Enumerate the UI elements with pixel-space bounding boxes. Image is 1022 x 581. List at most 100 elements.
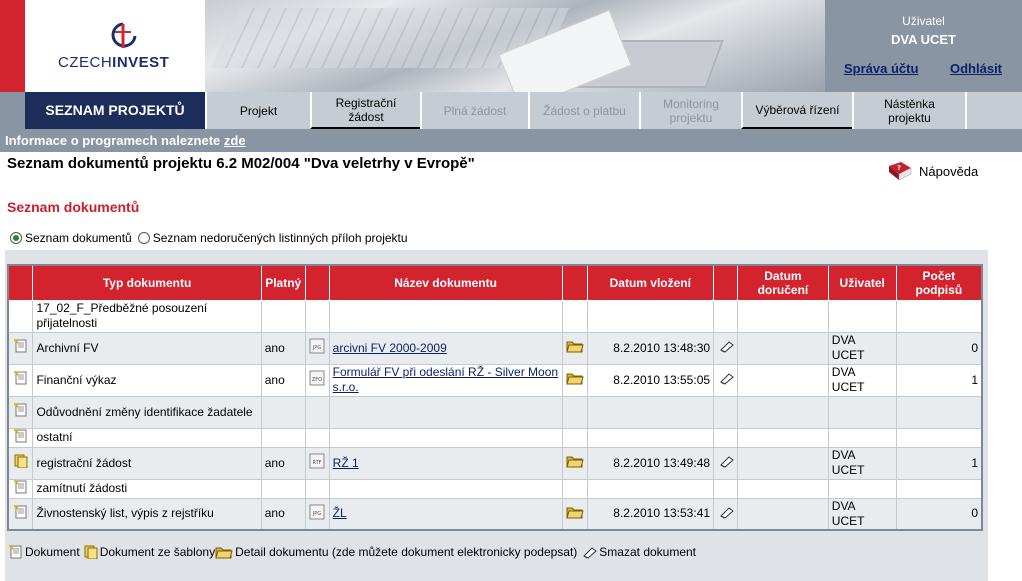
tab-vyberova-rizeni[interactable]: Výběrová řízení bbox=[741, 92, 852, 129]
eraser-icon[interactable] bbox=[713, 446, 739, 480]
doc-name[interactable]: Formulář FV při odeslání RŽ - Silver Moo… bbox=[328, 363, 563, 397]
doc-date-inserted: 8.2.2010 13:53:41 bbox=[586, 497, 715, 531]
doc-date-inserted bbox=[586, 478, 715, 499]
doc-date-delivered bbox=[737, 395, 829, 429]
doc-valid bbox=[260, 395, 306, 429]
col-delivered[interactable]: Datum doručení bbox=[737, 264, 829, 301]
doc-user: DVA UCET bbox=[827, 331, 897, 365]
document-icon[interactable] bbox=[7, 478, 34, 499]
radio-unchecked-icon bbox=[137, 232, 150, 244]
eraser-icon[interactable] bbox=[713, 363, 739, 397]
doc-name-link[interactable]: ŽL bbox=[333, 506, 347, 520]
template-icon bbox=[84, 545, 98, 560]
empty bbox=[304, 299, 330, 333]
radio-documents[interactable]: Seznam dokumentů bbox=[10, 231, 132, 245]
header: CZECHINVEST Uživatel DVA UCET Správa účt… bbox=[0, 0, 1022, 92]
czechinvest-logo-icon bbox=[111, 22, 137, 48]
help-book-icon: ? bbox=[889, 162, 912, 181]
doc-type: registrační žádost bbox=[32, 446, 262, 480]
radio-undelivered[interactable]: Seznam nedoručených listinných příloh pr… bbox=[137, 231, 408, 245]
doc-signatures: 1 bbox=[895, 363, 983, 397]
empty bbox=[561, 427, 588, 448]
doc-name-link[interactable]: arcivni FV 2000-2009 bbox=[333, 341, 447, 355]
eraser-icon[interactable] bbox=[713, 331, 739, 365]
doc-user: DVA UCET bbox=[827, 497, 897, 531]
doc-user bbox=[827, 395, 897, 429]
doc-user bbox=[827, 299, 897, 333]
tab-monitoring[interactable]: Monitoring projektu bbox=[639, 92, 741, 129]
col-name[interactable]: Název dokumentu bbox=[328, 264, 563, 301]
template-icon[interactable] bbox=[7, 446, 34, 480]
col-valid[interactable]: Platný bbox=[260, 264, 306, 301]
doc-date-inserted bbox=[586, 427, 715, 448]
doc-date-inserted: 8.2.2010 13:55:05 bbox=[586, 363, 715, 397]
col-type[interactable]: Typ dokumentu bbox=[32, 264, 262, 301]
tab-nastenka[interactable]: Nástěnka projektu bbox=[852, 92, 965, 129]
document-icon[interactable] bbox=[7, 331, 34, 365]
doc-name-link[interactable]: Formulář FV při odeslání RŽ - Silver Moo… bbox=[333, 365, 558, 394]
table-row: zamítnutí žádosti bbox=[7, 478, 983, 499]
doc-date-inserted: 8.2.2010 13:49:48 bbox=[586, 446, 715, 480]
doc-name bbox=[328, 395, 563, 429]
doc-name[interactable]: arcivni FV 2000-2009 bbox=[328, 331, 563, 365]
eraser-icon[interactable] bbox=[713, 497, 739, 531]
doc-name bbox=[328, 299, 563, 333]
document-icon[interactable] bbox=[7, 395, 34, 429]
folder-icon[interactable] bbox=[561, 331, 588, 365]
col-user[interactable]: Uživatel bbox=[827, 264, 897, 301]
doc-date-delivered bbox=[737, 331, 829, 365]
document-icon[interactable] bbox=[7, 363, 34, 397]
doc-type: 17_02_F_Předběžné posouzení přijatelnost… bbox=[32, 299, 262, 333]
folder-icon[interactable] bbox=[561, 446, 588, 480]
col-signatures[interactable]: Počet podpisů bbox=[895, 264, 983, 301]
doc-date-inserted bbox=[586, 299, 715, 333]
doc-user bbox=[827, 478, 897, 499]
eraser-icon bbox=[581, 545, 598, 559]
doc-valid bbox=[260, 427, 306, 448]
logo-text: CZECHINVEST bbox=[58, 54, 170, 71]
table-row: Odůvodnění změny identifikace žadatele bbox=[7, 395, 983, 429]
logout-link[interactable]: Odhlásit bbox=[950, 61, 1002, 76]
doc-name bbox=[328, 478, 563, 499]
doc-name[interactable]: ŽL bbox=[328, 497, 563, 531]
doc-type: ostatní bbox=[32, 427, 262, 448]
table-row: Živnostenský list, výpis z rejstříku ano J… bbox=[7, 497, 983, 531]
tab-registracni-zadost[interactable]: Registrační žádost bbox=[310, 92, 420, 129]
doc-date-inserted bbox=[586, 395, 715, 429]
logo[interactable]: CZECHINVEST bbox=[25, 0, 205, 92]
folder-icon[interactable] bbox=[561, 363, 588, 397]
document-icon bbox=[8, 544, 23, 559]
doc-name[interactable]: RŽ 1 bbox=[328, 446, 563, 480]
doc-date-delivered bbox=[737, 446, 829, 480]
doc-signatures: 1 bbox=[895, 446, 983, 480]
tab-plna-zadost[interactable]: Plná žádost bbox=[420, 92, 528, 129]
svg-text:JPG: JPG bbox=[312, 345, 321, 351]
doc-valid bbox=[260, 478, 306, 499]
doc-date-delivered bbox=[737, 299, 829, 333]
header-photo bbox=[205, 0, 825, 92]
doc-name-link[interactable]: RŽ 1 bbox=[333, 456, 359, 470]
empty bbox=[713, 299, 739, 333]
col-inserted[interactable]: Datum vložení bbox=[586, 264, 715, 301]
account-settings-link[interactable]: Správa účtu bbox=[844, 61, 918, 76]
empty bbox=[561, 395, 588, 429]
tab-zadost-o-platbu[interactable]: Žádost o platbu bbox=[528, 92, 639, 129]
document-icon[interactable] bbox=[7, 427, 34, 448]
file-type-icon: RTF bbox=[304, 446, 330, 480]
folder-icon[interactable] bbox=[561, 497, 588, 531]
tab-projekt[interactable]: Projekt bbox=[205, 92, 310, 129]
doc-valid bbox=[260, 299, 306, 333]
section-title: Seznam dokumentů bbox=[7, 199, 140, 215]
nav-project-list[interactable]: SEZNAM PROJEKTŮ bbox=[25, 92, 205, 129]
info-link[interactable]: zde bbox=[224, 133, 246, 148]
user-box: Uživatel DVA UCET Správa účtu Odhlásit bbox=[825, 0, 1022, 92]
documents-table: Typ dokumentu Platný Název dokumentu Dat… bbox=[7, 264, 983, 531]
doc-user: DVA UCET bbox=[827, 363, 897, 397]
empty bbox=[561, 478, 588, 499]
document-icon[interactable] bbox=[7, 497, 34, 531]
help-button[interactable]: ? Nápověda bbox=[887, 160, 978, 182]
user-name: DVA UCET bbox=[891, 32, 956, 47]
folder-icon bbox=[215, 545, 233, 559]
doc-signatures bbox=[895, 427, 983, 448]
doc-valid: ano bbox=[260, 497, 306, 531]
